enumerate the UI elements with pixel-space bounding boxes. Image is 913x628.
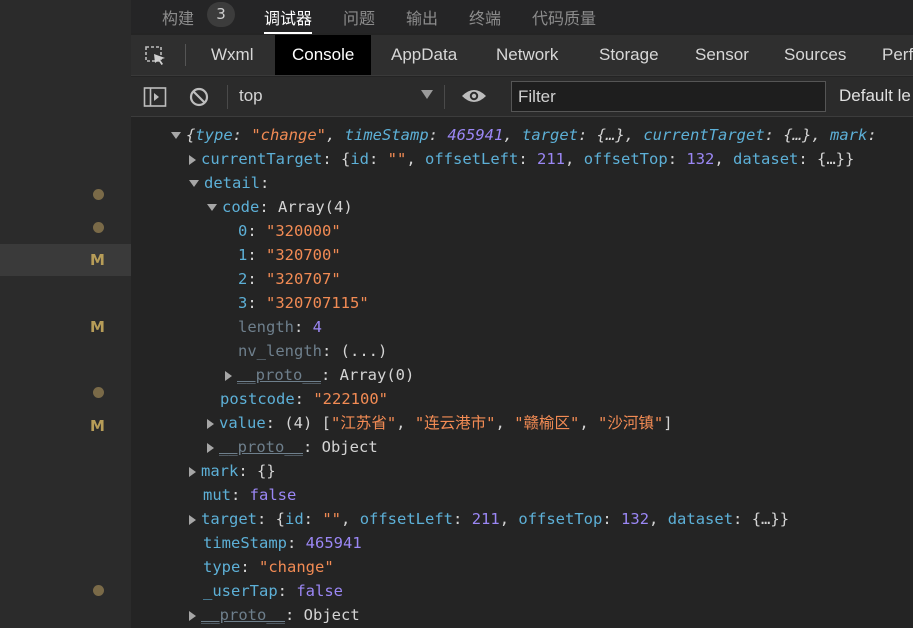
gutter-modified-marker: M — [90, 251, 105, 269]
gutter-change-dot — [93, 585, 104, 596]
context-selector[interactable]: top — [239, 86, 263, 106]
tree-row-code-item: 2: "320707" — [238, 270, 341, 288]
tree-row-code[interactable]: code: Array(4) — [207, 195, 353, 219]
console-toolbar: top Default le — [131, 77, 913, 117]
tree-row-value[interactable]: value: (4) ["江苏省", "连云港市", "赣榆区", "沙河镇"] — [207, 411, 673, 435]
collapse-triangle-icon[interactable] — [207, 204, 217, 211]
gutter-modified-marker: M — [90, 417, 105, 435]
build-count-badge: 3 — [207, 2, 235, 27]
gutter-highlight-row — [0, 244, 131, 276]
expand-triangle-icon[interactable] — [189, 514, 196, 525]
tree-row-postcode: postcode: "222100" — [220, 390, 388, 408]
tree-row-code-item: 0: "320000" — [238, 222, 341, 240]
tab-debugger[interactable]: 调试器 — [264, 5, 313, 34]
tree-row-nv-length[interactable]: nv_length: (...) — [238, 339, 387, 363]
gutter-change-dot — [93, 387, 104, 398]
collapse-triangle-icon[interactable] — [171, 132, 181, 139]
tree-row-usertap: _userTap: false — [203, 582, 343, 600]
toolbar-divider — [444, 85, 445, 109]
filter-input[interactable] — [511, 81, 826, 112]
tree-row-code-item: 1: "320700" — [238, 246, 341, 264]
expand-triangle-icon[interactable] — [189, 154, 196, 165]
tree-row-timestamp: timeStamp: 465941 — [203, 534, 362, 552]
tab-problems[interactable]: 问题 — [343, 5, 375, 29]
tab-storage[interactable]: Storage — [582, 35, 676, 75]
eye-icon[interactable] — [461, 87, 487, 105]
tab-appdata[interactable]: AppData — [374, 35, 474, 75]
devtools-panel-tabs: Wxml Console AppData Network Storage Sen… — [131, 35, 913, 76]
gutter-change-dot — [93, 222, 104, 233]
chevron-down-icon[interactable] — [421, 90, 433, 99]
gutter-change-dot — [93, 189, 104, 200]
log-object-summary[interactable]: {type: "change", timeStamp: 465941, targ… — [171, 123, 877, 147]
expand-triangle-icon[interactable] — [189, 610, 196, 621]
tab-performance[interactable]: Perf — [865, 35, 913, 75]
tree-row-proto-array[interactable]: __proto__: Array(0) — [225, 363, 414, 387]
tab-wxml[interactable]: Wxml — [194, 35, 270, 75]
tab-terminal[interactable]: 终端 — [469, 5, 501, 29]
tab-console[interactable]: Console — [275, 35, 372, 75]
tree-row-target[interactable]: target: {id: "", offsetLeft: 211, offset… — [189, 507, 789, 531]
expand-triangle-icon[interactable] — [225, 370, 232, 381]
toolbar-divider — [227, 85, 228, 109]
tree-row-currentTarget[interactable]: currentTarget: {id: "", offsetLeft: 211,… — [189, 147, 854, 171]
tree-row-proto-object[interactable]: __proto__: Object — [207, 435, 378, 459]
collapse-triangle-icon[interactable] — [189, 180, 199, 187]
tree-row-proto-object[interactable]: __proto__: Object — [189, 603, 360, 627]
tree-row-length: length: 4 — [238, 318, 323, 336]
tree-row-detail[interactable]: detail: — [189, 171, 269, 195]
tree-row-type: type: "change" — [203, 558, 334, 576]
clear-console-icon[interactable] — [188, 86, 210, 108]
tab-sensor[interactable]: Sensor — [678, 35, 766, 75]
tab-output[interactable]: 输出 — [406, 5, 438, 29]
bottom-panel-tabbar: 构建 3 调试器 问题 输出 终端 代码质量 — [131, 0, 913, 34]
gutter-modified-marker: M — [90, 318, 105, 336]
toolbar-divider — [185, 44, 186, 66]
tree-row-code-item: 3: "320707115" — [238, 294, 369, 312]
expand-triangle-icon[interactable] — [207, 418, 214, 429]
tab-sources[interactable]: Sources — [767, 35, 863, 75]
tab-network[interactable]: Network — [479, 35, 575, 75]
tree-row-mark[interactable]: mark: {} — [189, 459, 276, 483]
console-output: {type: "change", timeStamp: 465941, targ… — [131, 118, 913, 628]
tab-build[interactable]: 构建 3 — [162, 2, 235, 29]
toggle-sidebar-icon[interactable] — [143, 86, 167, 108]
tab-build-label: 构建 — [162, 9, 195, 28]
log-levels-dropdown[interactable]: Default le — [839, 86, 911, 106]
tree-row-mut: mut: false — [203, 486, 297, 504]
expand-triangle-icon[interactable] — [207, 442, 214, 453]
tab-code-quality[interactable]: 代码质量 — [532, 5, 596, 29]
inspect-element-icon[interactable] — [145, 46, 167, 66]
expand-triangle-icon[interactable] — [189, 466, 196, 477]
editor-gutter: M M M — [0, 0, 131, 628]
